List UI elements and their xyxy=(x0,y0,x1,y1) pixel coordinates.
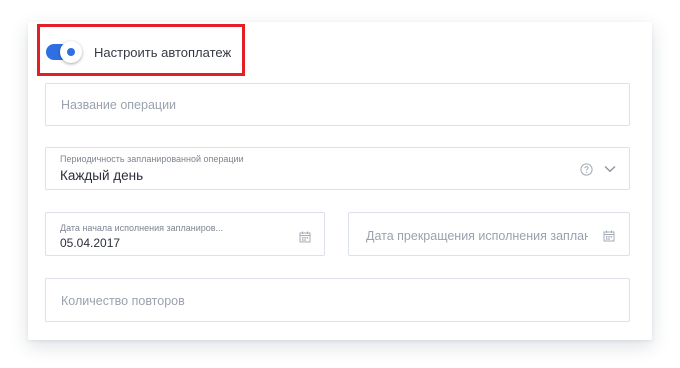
periodicity-label: Периодичность запланированной операции xyxy=(60,154,244,164)
toggle-knob xyxy=(60,41,82,63)
autopay-toggle-label: Настроить автоплатеж xyxy=(94,44,232,60)
calendar-icon[interactable] xyxy=(298,230,312,244)
autopay-toggle-row: Настроить автоплатеж xyxy=(46,41,232,63)
end-date-placeholder: Дата прекращения исполнения заплан... xyxy=(366,229,588,243)
end-date-field[interactable]: Дата прекращения исполнения заплан... xyxy=(348,212,630,256)
calendar-icon[interactable] xyxy=(602,229,616,243)
question-circle-icon[interactable] xyxy=(579,162,593,176)
periodicity-select[interactable]: Периодичность запланированной операции К… xyxy=(45,147,630,190)
repeat-count-placeholder: Количество повторов xyxy=(61,294,185,308)
operation-name-field[interactable]: Название операции xyxy=(45,83,630,126)
autopay-toggle[interactable] xyxy=(46,41,82,63)
start-date-field[interactable]: Дата начала исполнения запланиров... 05.… xyxy=(45,212,325,256)
start-date-label: Дата начала исполнения запланиров... xyxy=(60,223,224,233)
start-date-value: 05.04.2017 xyxy=(60,236,121,250)
chevron-down-icon[interactable] xyxy=(603,162,617,176)
repeat-count-field[interactable]: Количество повторов xyxy=(45,278,630,322)
periodicity-value: Каждый день xyxy=(60,168,144,183)
operation-name-placeholder: Название операции xyxy=(61,98,177,112)
toggle-knob-dot xyxy=(67,48,75,56)
